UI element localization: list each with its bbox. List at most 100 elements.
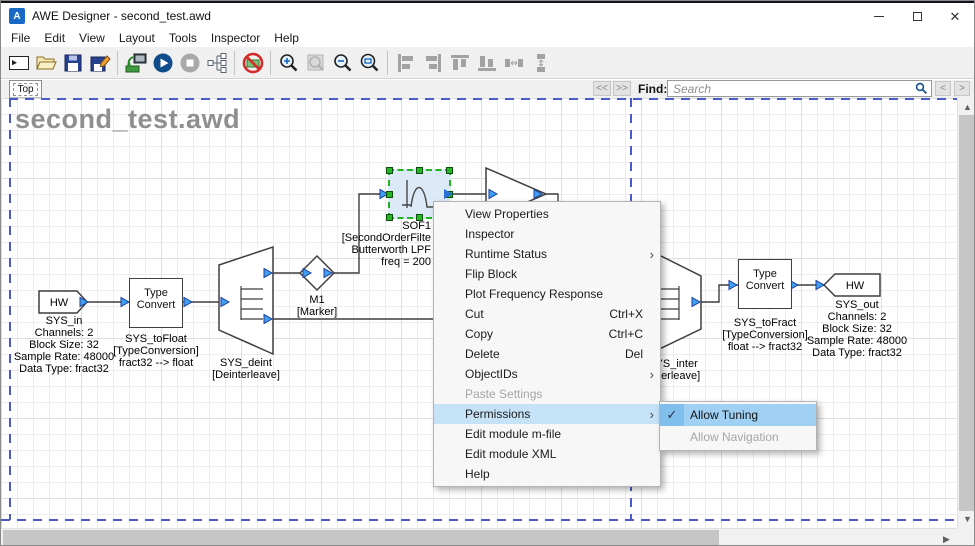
distribute-vertical-button[interactable] <box>527 49 554 76</box>
menu-item-edit-module-m-file[interactable]: Edit module m-file <box>434 424 660 444</box>
align-bottom-button[interactable] <box>473 49 500 76</box>
menu-item-edit-module-xml[interactable]: Edit module XML <box>434 444 660 464</box>
menu-tools[interactable]: Tools <box>162 30 204 46</box>
align-left-button[interactable] <box>392 49 419 76</box>
sys-in-shape-label: HW <box>50 297 69 309</box>
pin <box>816 281 824 290</box>
align-right-button[interactable] <box>419 49 446 76</box>
save-icon <box>61 51 85 75</box>
align-right-icon <box>421 51 445 75</box>
label-sof1: SOF1 [SecondOrderFilte Butterworth LPF f… <box>291 220 431 268</box>
save-as-button[interactable] <box>86 49 113 76</box>
play-icon <box>151 51 175 75</box>
menu-help[interactable]: Help <box>267 30 306 46</box>
block-sys-tofloat[interactable]: Type Convert <box>129 278 183 328</box>
profile-system-button[interactable] <box>203 49 230 76</box>
menu-item-copy[interactable]: CopyCtrl+C <box>434 324 660 344</box>
menu-item-view-properties[interactable]: View Properties <box>434 204 660 224</box>
menu-item-runtime-status[interactable]: Runtime Status› <box>434 244 660 264</box>
submenu-item-allow-navigation[interactable]: Allow Navigation <box>660 426 816 448</box>
horizontal-scrollbar-thumb[interactable] <box>3 530 719 546</box>
find-next-button[interactable]: > <box>954 81 970 96</box>
zoom-region-button[interactable] <box>356 49 383 76</box>
align-top-button[interactable] <box>446 49 473 76</box>
deploy-to-target-button[interactable] <box>122 49 149 76</box>
submenu-arrow-icon: › <box>650 367 654 382</box>
menu-item-objectids[interactable]: ObjectIDs› <box>434 364 660 384</box>
zoom-region-icon <box>358 51 382 75</box>
search-input[interactable] <box>667 80 932 97</box>
new-design-button[interactable] <box>5 49 32 76</box>
maximize-button[interactable] <box>898 3 936 29</box>
open-folder-icon <box>34 51 58 75</box>
menu-item-paste-settings[interactable]: Paste Settings <box>434 384 660 404</box>
distribute-horizontal-icon <box>502 51 526 75</box>
selection-handle[interactable] <box>446 167 453 174</box>
menu-layout[interactable]: Layout <box>112 30 162 46</box>
halt-audio-button[interactable] <box>239 49 266 76</box>
menu-file[interactable]: File <box>4 30 37 46</box>
window-title: AWE Designer - second_test.awd <box>32 9 211 23</box>
toolbar-separator <box>387 51 388 75</box>
zoom-normal-button[interactable] <box>302 49 329 76</box>
selection-handle[interactable] <box>386 167 393 174</box>
selection-handle[interactable] <box>386 191 393 198</box>
stop-icon <box>178 51 202 75</box>
align-top-icon <box>448 51 472 75</box>
menu-item-help[interactable]: Help <box>434 464 660 484</box>
label-sys-deint: SYS_deint [Deinterleave] <box>181 357 311 381</box>
search-icon <box>915 82 928 95</box>
scroll-down-icon[interactable]: ▼ <box>959 514 975 524</box>
menu-item-inspector[interactable]: Inspector <box>434 224 660 244</box>
new-design-icon <box>7 51 31 75</box>
menu-inspector[interactable]: Inspector <box>204 30 267 46</box>
check-icon: ✓ <box>667 407 678 423</box>
submenu-item-allow-tuning[interactable]: ✓ Allow Tuning <box>660 404 816 426</box>
find-back-button[interactable]: << <box>593 81 611 96</box>
menu-edit[interactable]: Edit <box>37 30 72 46</box>
vertical-scrollbar-thumb[interactable] <box>959 115 975 511</box>
toolbar-separator <box>234 51 235 75</box>
menu-item-cut[interactable]: CutCtrl+X <box>434 304 660 324</box>
minimize-button[interactable] <box>860 3 898 29</box>
find-forward-button[interactable]: >> <box>613 81 631 96</box>
app-icon: A <box>9 8 25 24</box>
run-button[interactable] <box>149 49 176 76</box>
distribute-horizontal-button[interactable] <box>500 49 527 76</box>
menu-item-plot-frequency-response[interactable]: Plot Frequency Response <box>434 284 660 304</box>
sys-out-shape-label: HW <box>846 280 865 292</box>
toolbar-separator <box>270 51 271 75</box>
zoom-out-button[interactable] <box>329 49 356 76</box>
toolbar <box>1 47 974 79</box>
menu-view[interactable]: View <box>72 30 112 46</box>
block-sys-tofract[interactable]: Type Convert <box>738 259 792 309</box>
zoom-in-button[interactable] <box>275 49 302 76</box>
distribute-vertical-icon <box>529 51 553 75</box>
menu-item-permissions[interactable]: Permissions› <box>434 404 660 424</box>
tab-top[interactable]: Top <box>9 80 42 98</box>
design-canvas[interactable]: second_test.awd <box>1 98 957 528</box>
scroll-right-icon[interactable]: ▶ <box>938 534 955 545</box>
zoom-in-icon <box>277 51 301 75</box>
pin <box>729 281 737 290</box>
toolbar-separator <box>117 51 118 75</box>
maximize-icon <box>913 12 922 21</box>
scroll-up-icon[interactable]: ▲ <box>959 102 975 112</box>
save-as-icon <box>88 51 112 75</box>
menu-item-delete[interactable]: DeleteDel <box>434 344 660 364</box>
selection-handle[interactable] <box>416 167 423 174</box>
stop-button[interactable] <box>176 49 203 76</box>
permissions-submenu: ✓ Allow Tuning Allow Navigation <box>659 401 817 451</box>
halt-audio-icon <box>241 51 265 75</box>
close-button[interactable]: ✕ <box>936 3 974 29</box>
open-file-button[interactable] <box>32 49 59 76</box>
window-controls: ✕ <box>860 3 974 29</box>
vertical-scrollbar[interactable]: ▲ ▼ <box>957 98 975 528</box>
save-button[interactable] <box>59 49 86 76</box>
menu-item-flip-block[interactable]: Flip Block <box>434 264 660 284</box>
find-label: Find: <box>638 82 667 96</box>
find-prev-button[interactable]: < <box>935 81 951 96</box>
align-left-icon <box>394 51 418 75</box>
horizontal-scrollbar[interactable]: ▶ <box>1 528 957 546</box>
app-window: A AWE Designer - second_test.awd ✕ File … <box>0 0 975 546</box>
